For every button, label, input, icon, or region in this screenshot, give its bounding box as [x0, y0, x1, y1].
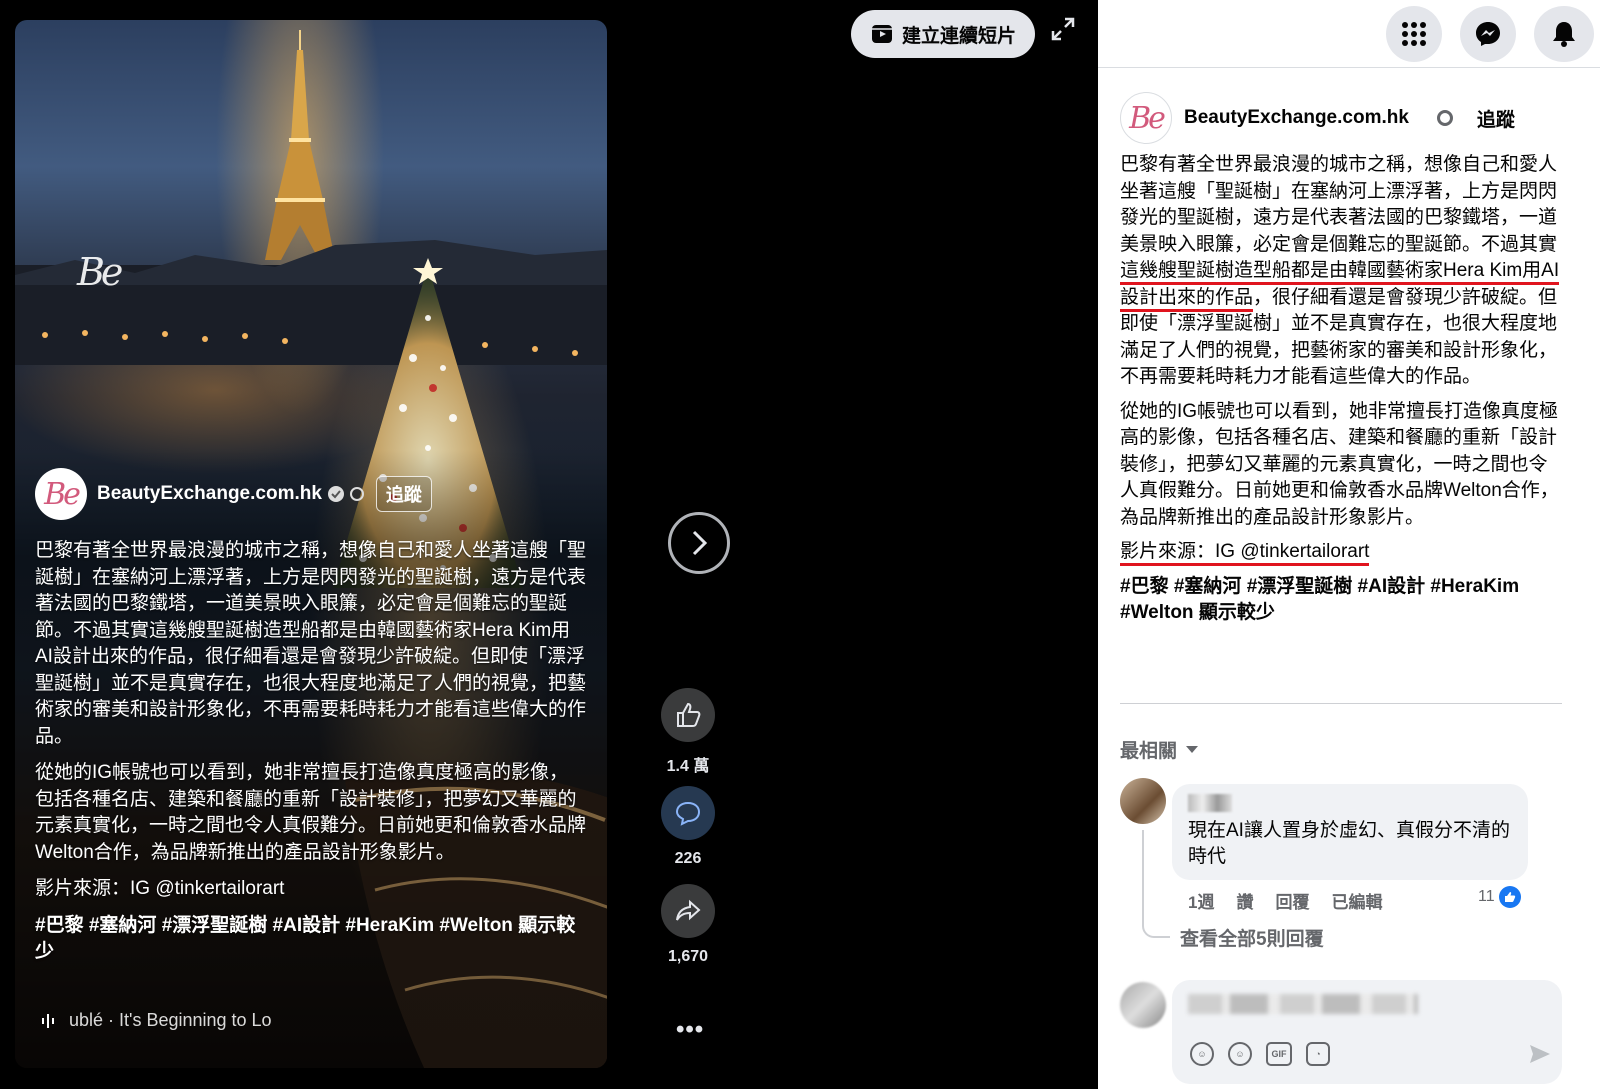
send-icon[interactable]: [1528, 1042, 1552, 1066]
author-avatar[interactable]: Be: [1120, 92, 1172, 144]
messenger-button[interactable]: [1460, 6, 1516, 62]
like-reaction-icon: [1498, 886, 1521, 908]
reaction-count: 11: [1478, 888, 1495, 905]
caption-paragraph: 從她的IG帳號也可以看到，她非常擅長打造像真度極高的影像，包括各種名店、建築和餐…: [35, 762, 587, 863]
reel-video[interactable]: Be Be BeautyExchange.com.hk 追蹤 巴黎有著全世界最浪…: [15, 20, 607, 1068]
music-attribution[interactable]: ublé · It's Beginning to Lo: [41, 1010, 272, 1031]
comment-time[interactable]: 1週: [1188, 888, 1214, 913]
divider: [1120, 703, 1562, 704]
share-action[interactable]: 1,670: [661, 884, 715, 966]
comment-button[interactable]: [661, 786, 715, 840]
post-paragraph: 從她的IG帳號也可以看到，她非常擅長打造像真度極高的影像，包括各種名店、建築和餐…: [1120, 400, 1559, 528]
brand-watermark: Be: [77, 250, 123, 294]
bell-icon: [1553, 22, 1575, 47]
comment-count: 226: [674, 850, 702, 867]
top-navigation: [1098, 0, 1600, 68]
post-hashtags[interactable]: #巴黎 #塞納河 #漂浮聖誕樹 #AI設計 #HeraKim #Welton 顯…: [1120, 574, 1560, 627]
share-count: 1,670: [667, 948, 709, 965]
follow-button[interactable]: 追蹤: [1477, 105, 1515, 132]
menu-button[interactable]: [1386, 6, 1442, 62]
share-button[interactable]: [661, 884, 715, 938]
comment-actions: 1週 讚 回覆 已編輯: [1188, 888, 1382, 913]
notifications-button[interactable]: [1534, 6, 1594, 62]
next-reel-button[interactable]: [668, 512, 730, 574]
app-root: Be Be BeautyExchange.com.hk 追蹤 巴黎有著全世界最浪…: [0, 0, 1600, 1089]
like-button[interactable]: [661, 688, 715, 742]
create-reel-label: 建立連續短片: [901, 25, 1016, 47]
emoji-icon[interactable]: ☺: [1228, 1042, 1252, 1066]
thumbs-up-icon: [677, 702, 701, 727]
caret-down-icon: [1186, 745, 1199, 753]
gif-icon[interactable]: GIF: [1266, 1042, 1292, 1066]
post-source: 影片來源：IG @tinkertailorart: [1120, 539, 1560, 566]
like-count: 1.4 萬: [666, 758, 710, 775]
reel-caption: 巴黎有著全世界最浪漫的城市之稱，想像自己和愛人坐著這艘「聖誕樹」在塞納河上漂浮著…: [35, 538, 587, 976]
author-avatar[interactable]: Be: [35, 468, 87, 520]
comment-like-button[interactable]: 讚: [1236, 888, 1253, 913]
commenter-name-blurred[interactable]: [1188, 794, 1232, 812]
like-action[interactable]: 1.4 萬: [661, 688, 715, 776]
globe-icon: [349, 487, 364, 501]
expand-icon[interactable]: [1050, 16, 1076, 42]
author-name[interactable]: BeautyExchange.com.hk: [1184, 107, 1409, 129]
messenger-icon: [1476, 22, 1500, 46]
reel-icon: [871, 25, 892, 43]
post-text: 巴黎有著全世界最浪漫的城市之稱，想像自己和愛人坐著這艘「聖誕樹」在塞納河上漂浮著…: [1120, 154, 1558, 255]
music-title: ublé · It's Beginning to Lo: [69, 1010, 272, 1030]
comment-bubble: 現在AI讓人置身於虛幻、真假分不清的時代: [1172, 784, 1528, 880]
caption-paragraph: 巴黎有著全世界最浪漫的城市之稱，想像自己和愛人坐著這艘「聖誕樹」在塞納河上漂浮著…: [35, 540, 587, 747]
post-paragraph: 巴黎有著全世界最浪漫的城市之稱，想像自己和愛人坐著這艘「聖誕樹」在塞納河上漂浮著…: [1120, 152, 1560, 391]
share-icon: [676, 899, 701, 921]
grid-menu-icon: [1402, 22, 1426, 46]
composer-toolbar: ☺ ☺ GIF ◔: [1190, 1042, 1330, 1066]
author-name[interactable]: BeautyExchange.com.hk: [97, 483, 322, 505]
comment-edited-label[interactable]: 已編輯: [1331, 888, 1382, 913]
comment-icon: [675, 801, 701, 826]
reel-author: Be BeautyExchange.com.hk 追蹤: [35, 468, 432, 520]
verified-icon: [327, 486, 344, 502]
comment-reply-button[interactable]: 回覆: [1275, 888, 1309, 913]
comment-reactions[interactable]: 11: [1478, 886, 1521, 908]
comment-action[interactable]: 226: [661, 786, 715, 868]
comment-sort-dropdown[interactable]: 最相關: [1120, 736, 1199, 763]
view-replies-link[interactable]: 查看全部5則回覆: [1180, 924, 1324, 951]
post-body: 巴黎有著全世界最浪漫的城市之稱，想像自己和愛人坐著這艘「聖誕樹」在塞納河上漂浮著…: [1120, 152, 1560, 635]
sticker-icon[interactable]: ◔: [1306, 1042, 1330, 1066]
reel-viewer: Be Be BeautyExchange.com.hk 追蹤 巴黎有著全世界最浪…: [0, 0, 1098, 1089]
post-panel: Be BeautyExchange.com.hk 追蹤 巴黎有著全世界最浪漫的城…: [1098, 0, 1600, 1089]
more-options-icon[interactable]: •••: [676, 1016, 704, 1044]
caption-source: 影片來源：IG @tinkertailorart: [35, 878, 285, 899]
globe-icon: [1436, 110, 1453, 126]
comment-text: 現在AI讓人置身於虛幻、真假分不清的時代: [1188, 820, 1510, 867]
comment-composer[interactable]: ☺ ☺ GIF ◔: [1172, 980, 1562, 1084]
source-text: 影片來源：IG @tinkertailorart: [1120, 541, 1370, 566]
chevron-right-icon: [692, 530, 708, 556]
avatar-sticker-icon[interactable]: ☺: [1190, 1042, 1214, 1066]
caption-hashtags[interactable]: #巴黎 #塞納河 #漂浮聖誕樹 #AI設計 #HeraKim #Welton 顯…: [35, 913, 587, 966]
user-avatar: [1120, 982, 1166, 1028]
audio-wave-icon: [42, 1013, 54, 1028]
composer-placeholder-blurred: [1188, 994, 1418, 1014]
post-header: Be BeautyExchange.com.hk 追蹤: [1120, 92, 1515, 144]
commenter-avatar[interactable]: [1120, 778, 1166, 824]
follow-button[interactable]: 追蹤: [375, 476, 432, 512]
sort-label: 最相關: [1120, 741, 1178, 762]
reply-thread-line: [1142, 830, 1170, 938]
create-reel-button[interactable]: 建立連續短片: [851, 10, 1035, 58]
